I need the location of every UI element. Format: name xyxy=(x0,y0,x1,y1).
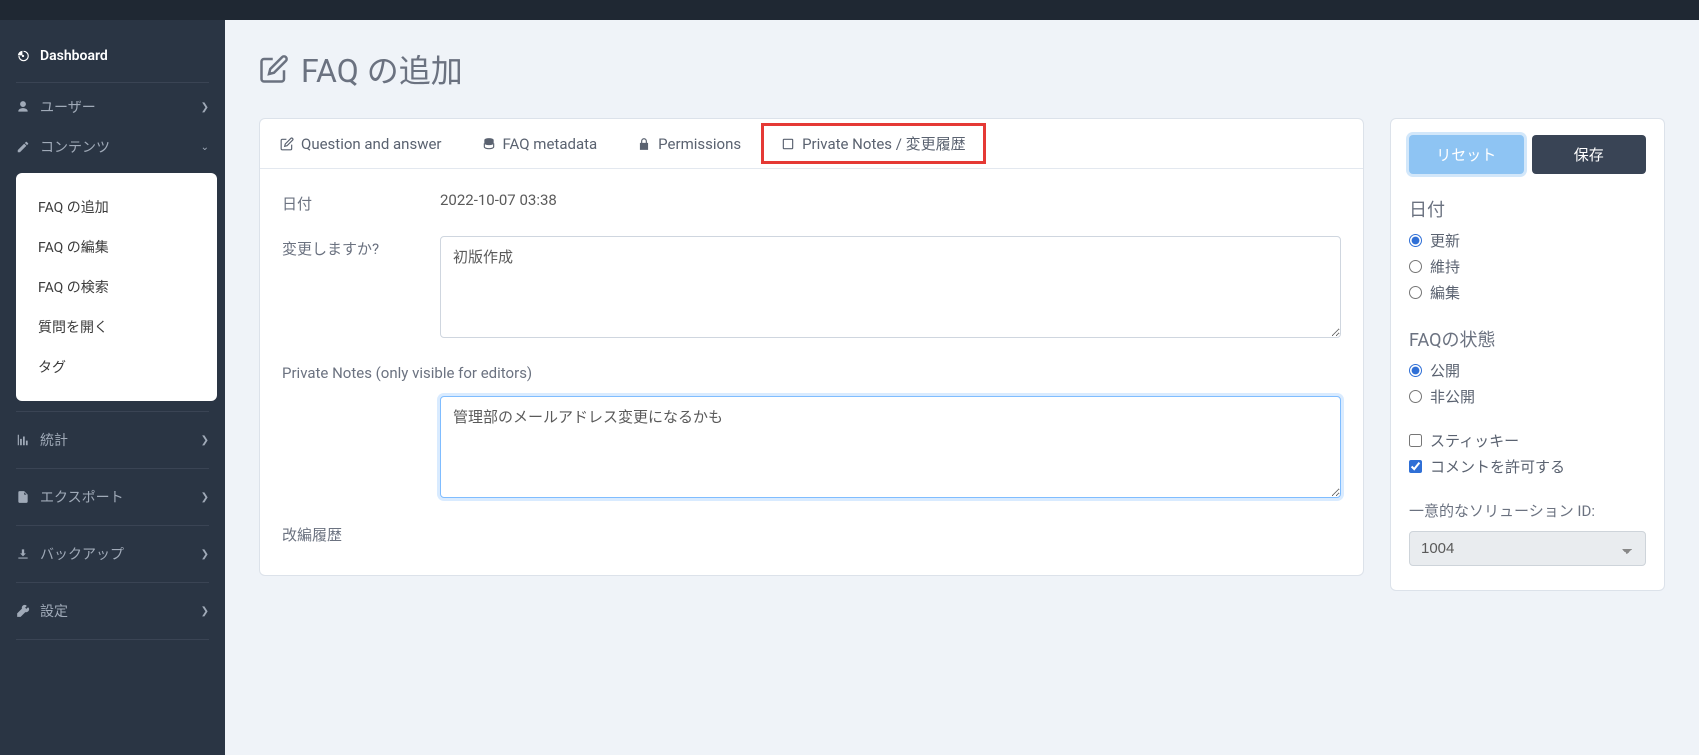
chevron-right-icon: ❯ xyxy=(201,492,209,503)
form-row-private-notes xyxy=(282,396,1341,502)
solution-id-input[interactable] xyxy=(1409,531,1646,566)
radio-input[interactable] xyxy=(1409,390,1422,403)
history-label: 改編履歴 xyxy=(282,524,1341,545)
stats-icon xyxy=(16,433,30,447)
radio-input[interactable] xyxy=(1409,234,1422,247)
sidebar-item-export[interactable]: エクスポート ❯ xyxy=(0,477,225,517)
side-card: リセット 保存 日付 更新 維持 編集 F xyxy=(1390,118,1665,591)
tab-label: Question and answer xyxy=(301,135,442,153)
radio-state-public[interactable]: 公開 xyxy=(1409,360,1646,381)
sidebar-item-settings[interactable]: 設定 ❯ xyxy=(0,591,225,631)
chevron-right-icon: ❯ xyxy=(201,606,209,617)
chevron-right-icon: ❯ xyxy=(201,549,209,560)
tab-private-notes[interactable]: Private Notes / 変更履歴 xyxy=(761,123,986,164)
main-content: FAQ の追加 Question and answer FAQ metadata xyxy=(225,20,1699,755)
sidebar-item-users[interactable]: ユーザー ❯ xyxy=(0,87,225,127)
solution-id-label: 一意的なソリューション ID: xyxy=(1409,500,1646,521)
radio-input[interactable] xyxy=(1409,286,1422,299)
download-icon xyxy=(16,547,30,561)
private-notes-textarea[interactable] xyxy=(440,396,1341,498)
page-title-text: FAQ の追加 xyxy=(301,46,463,92)
user-icon xyxy=(16,100,30,114)
change-textarea[interactable] xyxy=(440,236,1341,338)
subnav-open-question[interactable]: 質問を開く xyxy=(16,307,217,347)
radio-date-keep[interactable]: 維持 xyxy=(1409,256,1646,277)
radio-label: 更新 xyxy=(1430,230,1460,251)
tab-metadata[interactable]: FAQ metadata xyxy=(462,119,618,168)
radio-label: 非公開 xyxy=(1430,386,1475,407)
checkbox-input[interactable] xyxy=(1409,434,1422,447)
radio-label: 公開 xyxy=(1430,360,1460,381)
reset-button[interactable]: リセット xyxy=(1409,135,1524,174)
sidebar-label: バックアップ xyxy=(40,544,124,564)
sidebar-submenu: FAQ の追加 FAQ の編集 FAQ の検索 質問を開く タグ xyxy=(16,173,217,401)
checkbox-label: スティッキー xyxy=(1430,430,1519,451)
dashboard-icon xyxy=(16,49,30,63)
private-notes-label: Private Notes (only visible for editors) xyxy=(282,364,1341,382)
tab-question-answer[interactable]: Question and answer xyxy=(260,119,462,168)
sidebar-label: ユーザー xyxy=(40,97,96,117)
chevron-right-icon: ❯ xyxy=(201,102,209,113)
tab-label: Permissions xyxy=(658,135,741,153)
wrench-icon xyxy=(16,604,30,618)
radio-label: 編集 xyxy=(1430,282,1460,303)
date-label: 日付 xyxy=(282,191,440,214)
form-row-change: 変更しますか? xyxy=(282,236,1341,342)
subnav-edit-faq[interactable]: FAQ の編集 xyxy=(16,227,217,267)
subnav-search-faq[interactable]: FAQ の検索 xyxy=(16,267,217,307)
date-heading: 日付 xyxy=(1409,196,1646,222)
sidebar-label: 統計 xyxy=(40,430,68,450)
tabs: Question and answer FAQ metadata Permiss… xyxy=(260,119,1363,169)
chevron-right-icon: ❯ xyxy=(201,435,209,446)
checkbox-sticky[interactable]: スティッキー xyxy=(1409,430,1646,451)
checkbox-allow-comments[interactable]: コメントを許可する xyxy=(1409,456,1646,477)
edit-icon xyxy=(16,140,30,154)
save-button[interactable]: 保存 xyxy=(1532,135,1647,174)
chevron-down-icon: ⌄ xyxy=(201,142,209,153)
date-value: 2022-10-07 03:38 xyxy=(440,191,1341,214)
card-body: 日付 2022-10-07 03:38 変更しますか? Private Note… xyxy=(260,169,1363,575)
sidebar-item-backup[interactable]: バックアップ ❯ xyxy=(0,534,225,574)
sidebar: Dashboard ユーザー ❯ コンテンツ ⌄ FAQ xyxy=(0,20,225,755)
sidebar-item-contents[interactable]: コンテンツ ⌄ xyxy=(0,127,225,167)
state-heading: FAQの状態 xyxy=(1409,326,1646,352)
checkbox-input[interactable] xyxy=(1409,460,1422,473)
radio-label: 維持 xyxy=(1430,256,1460,277)
sidebar-label: エクスポート xyxy=(40,487,124,507)
radio-input[interactable] xyxy=(1409,260,1422,273)
topbar xyxy=(0,0,1699,20)
radio-input[interactable] xyxy=(1409,364,1422,377)
radio-date-update[interactable]: 更新 xyxy=(1409,230,1646,251)
main-card: Question and answer FAQ metadata Permiss… xyxy=(259,118,1364,576)
sidebar-label: コンテンツ xyxy=(40,137,110,157)
sidebar-item-dashboard[interactable]: Dashboard xyxy=(16,38,209,83)
radio-date-edit[interactable]: 編集 xyxy=(1409,282,1646,303)
tab-permissions[interactable]: Permissions xyxy=(617,119,761,168)
tab-label: FAQ metadata xyxy=(503,135,598,153)
form-row-date: 日付 2022-10-07 03:38 xyxy=(282,191,1341,214)
edit-square-icon xyxy=(259,54,289,84)
sidebar-item-stats[interactable]: 統計 ❯ xyxy=(0,420,225,460)
checkbox-label: コメントを許可する xyxy=(1430,456,1565,477)
subnav-tag[interactable]: タグ xyxy=(16,347,217,387)
file-icon xyxy=(16,490,30,504)
sidebar-label: 設定 xyxy=(40,601,68,621)
radio-state-private[interactable]: 非公開 xyxy=(1409,386,1646,407)
tab-label: Private Notes / 変更履歴 xyxy=(802,133,966,154)
change-label: 変更しますか? xyxy=(282,236,440,342)
sidebar-label: Dashboard xyxy=(40,48,108,64)
page-title: FAQ の追加 xyxy=(259,46,1665,92)
subnav-add-faq[interactable]: FAQ の追加 xyxy=(16,187,217,227)
